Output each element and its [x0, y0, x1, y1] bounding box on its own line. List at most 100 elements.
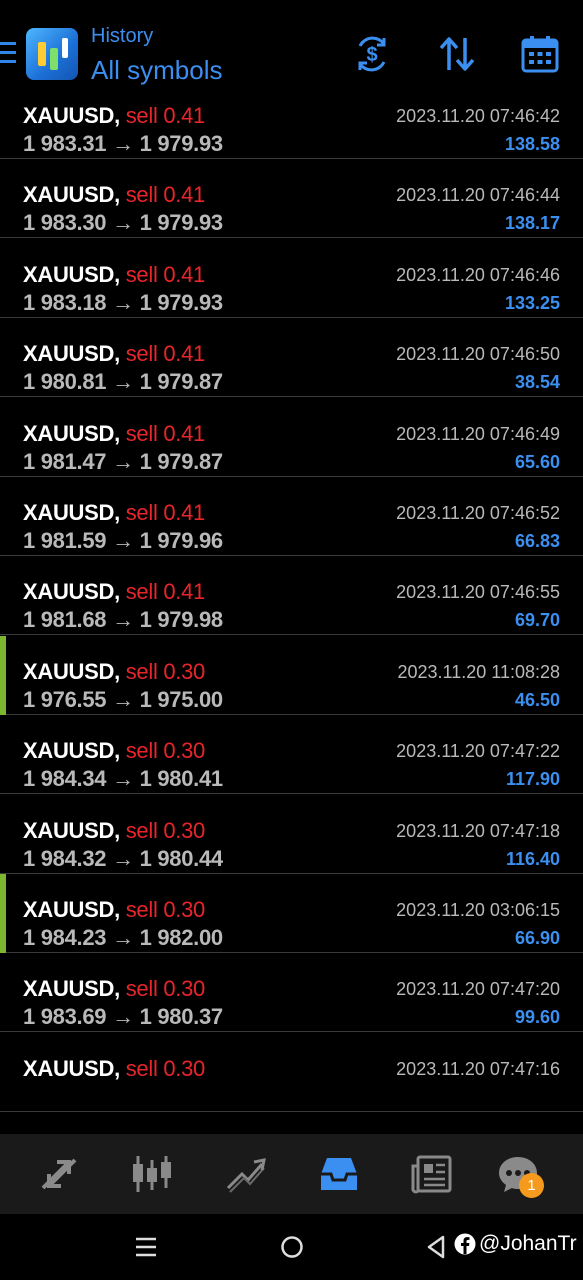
deal-profit: 138.17 [504, 213, 560, 234]
open-price: 1 976.55 [23, 686, 107, 712]
deal-symbol: XAUUSD, sell 0.30 [23, 1055, 206, 1081]
svg-text:$: $ [366, 44, 377, 66]
deal-row[interactable]: XAUUSD, sell 0.41 1 981.59 → 1 979.96 2023… [0, 477, 583, 556]
deal-side: sell 0.41 [125, 500, 206, 525]
open-price: 1 983.31 [23, 131, 107, 156]
deal-symbol: XAUUSD, sell 0.41 [23, 341, 205, 367]
deal-row[interactable]: XAUUSD, sell 0.41 1 983.18 → 1 979.93 2023… [0, 239, 583, 318]
deal-row[interactable]: XAUUSD, sell 0.30 2023.11.20 07:47:16 [0, 1033, 583, 1112]
deal-time: 2023.11.20 07:46:55 [396, 582, 560, 603]
deal-row[interactable]: XAUUSD, sell 0.30 1 984.23 → 1 982.00 2023… [0, 874, 583, 953]
deal-row[interactable]: XAUUSD, sell 0.41 1 981.47 → 1 979.87 2023… [0, 398, 583, 477]
deal-side: sell 0.41 [125, 261, 206, 287]
facebook-icon [454, 1233, 476, 1255]
calendar-icon[interactable] [520, 34, 560, 74]
deal-symbol: XAUUSD, sell 0.30 [23, 738, 205, 764]
deal-symbol: XAUUSD, sell 0.30 [23, 658, 206, 684]
arrow-glyph: → [112, 1004, 134, 1030]
deal-time: 2023.11.20 07:46:44 [396, 185, 560, 206]
news-icon[interactable] [410, 1154, 454, 1194]
arrow-glyph: → [112, 289, 134, 315]
deal-profit: 38.54 [514, 372, 560, 393]
deal-profit: 138.58 [504, 134, 560, 154]
deal-row[interactable]: XAUUSD, sell 0.41 1 980.81 → 1 979.87 2023… [0, 318, 583, 398]
sort-icon[interactable] [437, 34, 477, 74]
arrow-glyph: → [112, 925, 134, 950]
deal-prices: 1 981.59 → 1 979.96 [23, 528, 223, 554]
deal-side: sell 0.41 [125, 579, 206, 605]
deal-row[interactable]: XAUUSD, sell 0.41 1 983.30 → 1 979.93 2023… [0, 159, 583, 239]
deal-row[interactable]: XAUUSD, sell 0.41 1 981.68 → 1 979.98 2023… [0, 556, 583, 636]
app-logo [26, 28, 78, 80]
deal-profit: 46.50 [514, 689, 560, 710]
menu-icon[interactable] [0, 42, 16, 66]
deal-prices: 1 980.81 → 1 979.87 [23, 369, 223, 395]
close-price: 1 980.37 [139, 1004, 224, 1030]
trade-icon[interactable] [224, 1154, 268, 1194]
deal-prices: 1 976.55 → 1 975.00 [23, 687, 223, 713]
deal-profit: 65.60 [514, 451, 560, 472]
quotes-icon[interactable] [37, 1154, 81, 1194]
deal-symbol: XAUUSD, sell 0.41 [23, 261, 206, 287]
close-price: 1 980.44 [139, 845, 224, 871]
deal-profit: 133.25 [504, 292, 560, 313]
deal-time: 2023.11.20 07:46:42 [396, 106, 560, 126]
open-price: 1 981.59 [23, 528, 107, 553]
watermark: @JohanTr [479, 1232, 577, 1255]
chart-icon[interactable] [130, 1154, 174, 1194]
arrow-glyph: → [112, 607, 134, 633]
deal-prices: 1 984.34 → 1 980.41 [23, 766, 223, 792]
app-header: History All symbols $ [0, 0, 583, 96]
deal-row[interactable]: XAUUSD, sell 0.30 1 984.34 → 1 980.41 2023… [0, 715, 583, 795]
open-price: 1 983.18 [23, 289, 107, 315]
open-price: 1 984.34 [23, 766, 107, 792]
deal-row[interactable]: XAUUSD, sell 0.30 1 984.32 → 1 980.44 2023… [0, 795, 583, 874]
deal-side: sell 0.30 [125, 738, 206, 764]
back-icon[interactable] [424, 1234, 448, 1260]
deal-profit: 69.70 [514, 610, 560, 631]
close-price: 1 980.41 [139, 766, 224, 792]
deal-profit: 66.83 [514, 531, 560, 551]
close-price: 1 982.00 [139, 925, 224, 950]
deal-symbol: XAUUSD, sell 0.41 [23, 420, 205, 446]
open-price: 1 980.81 [23, 369, 107, 395]
symbol-filter[interactable]: All symbols [91, 55, 222, 86]
deal-time: 2023.11.20 07:47:20 [396, 979, 560, 1000]
arrow-glyph: → [112, 369, 134, 395]
deal-row[interactable]: XAUUSD, sell 0.30 1 983.69 → 1 980.37 2023… [0, 953, 583, 1033]
arrow-glyph: → [112, 210, 134, 236]
close-price: 1 979.98 [139, 607, 224, 633]
arrow-glyph: → [112, 766, 134, 792]
deal-row[interactable]: XAUUSD, sell 0.30 1 976.55 → 1 975.00 2023… [0, 635, 583, 715]
deal-symbol: XAUUSD, sell 0.30 [23, 976, 205, 1002]
bottom-tab-bar [0, 1134, 583, 1214]
deal-list[interactable]: XAUUSD, sell 0.411 983.27 → 1 980.002023… [0, 0, 583, 1134]
home-icon[interactable] [279, 1234, 305, 1260]
deal-symbol: XAUUSD, sell 0.30 [23, 817, 206, 843]
close-price: 1 979.93 [139, 131, 224, 156]
deal-time: 2023.11.20 07:46:52 [396, 503, 560, 523]
deal-prices: 1 983.30 → 1 979.93 [23, 210, 223, 236]
deal-side: sell 0.30 [125, 1055, 206, 1081]
deal-side: sell 0.41 [125, 182, 206, 208]
deal-side: sell 0.30 [125, 817, 206, 843]
deal-profit: 116.40 [505, 848, 560, 869]
currency-exchange-icon[interactable]: $ [352, 34, 392, 74]
history-icon[interactable] [317, 1154, 361, 1194]
deal-time: 2023.11.20 03:06:15 [396, 900, 560, 920]
deal-side: sell 0.41 [125, 103, 206, 128]
deal-symbol: XAUUSD, sell 0.41 [23, 182, 205, 208]
open-price: 1 984.32 [23, 845, 107, 871]
close-price: 1 979.87 [139, 448, 224, 474]
close-price: 1 979.96 [139, 528, 224, 553]
deal-profit: 66.90 [514, 928, 560, 948]
recent-apps-icon[interactable] [133, 1234, 159, 1260]
deal-side: sell 0.30 [125, 976, 206, 1002]
arrow-glyph: → [112, 448, 134, 474]
deal-time: 2023.11.20 07:47:22 [396, 741, 560, 762]
open-price: 1 981.47 [23, 448, 107, 474]
deal-side: sell 0.30 [125, 658, 206, 684]
page-title: History [91, 25, 154, 47]
deal-time: 2023.11.20 07:47:18 [396, 820, 560, 841]
close-price: 1 975.00 [139, 686, 224, 712]
